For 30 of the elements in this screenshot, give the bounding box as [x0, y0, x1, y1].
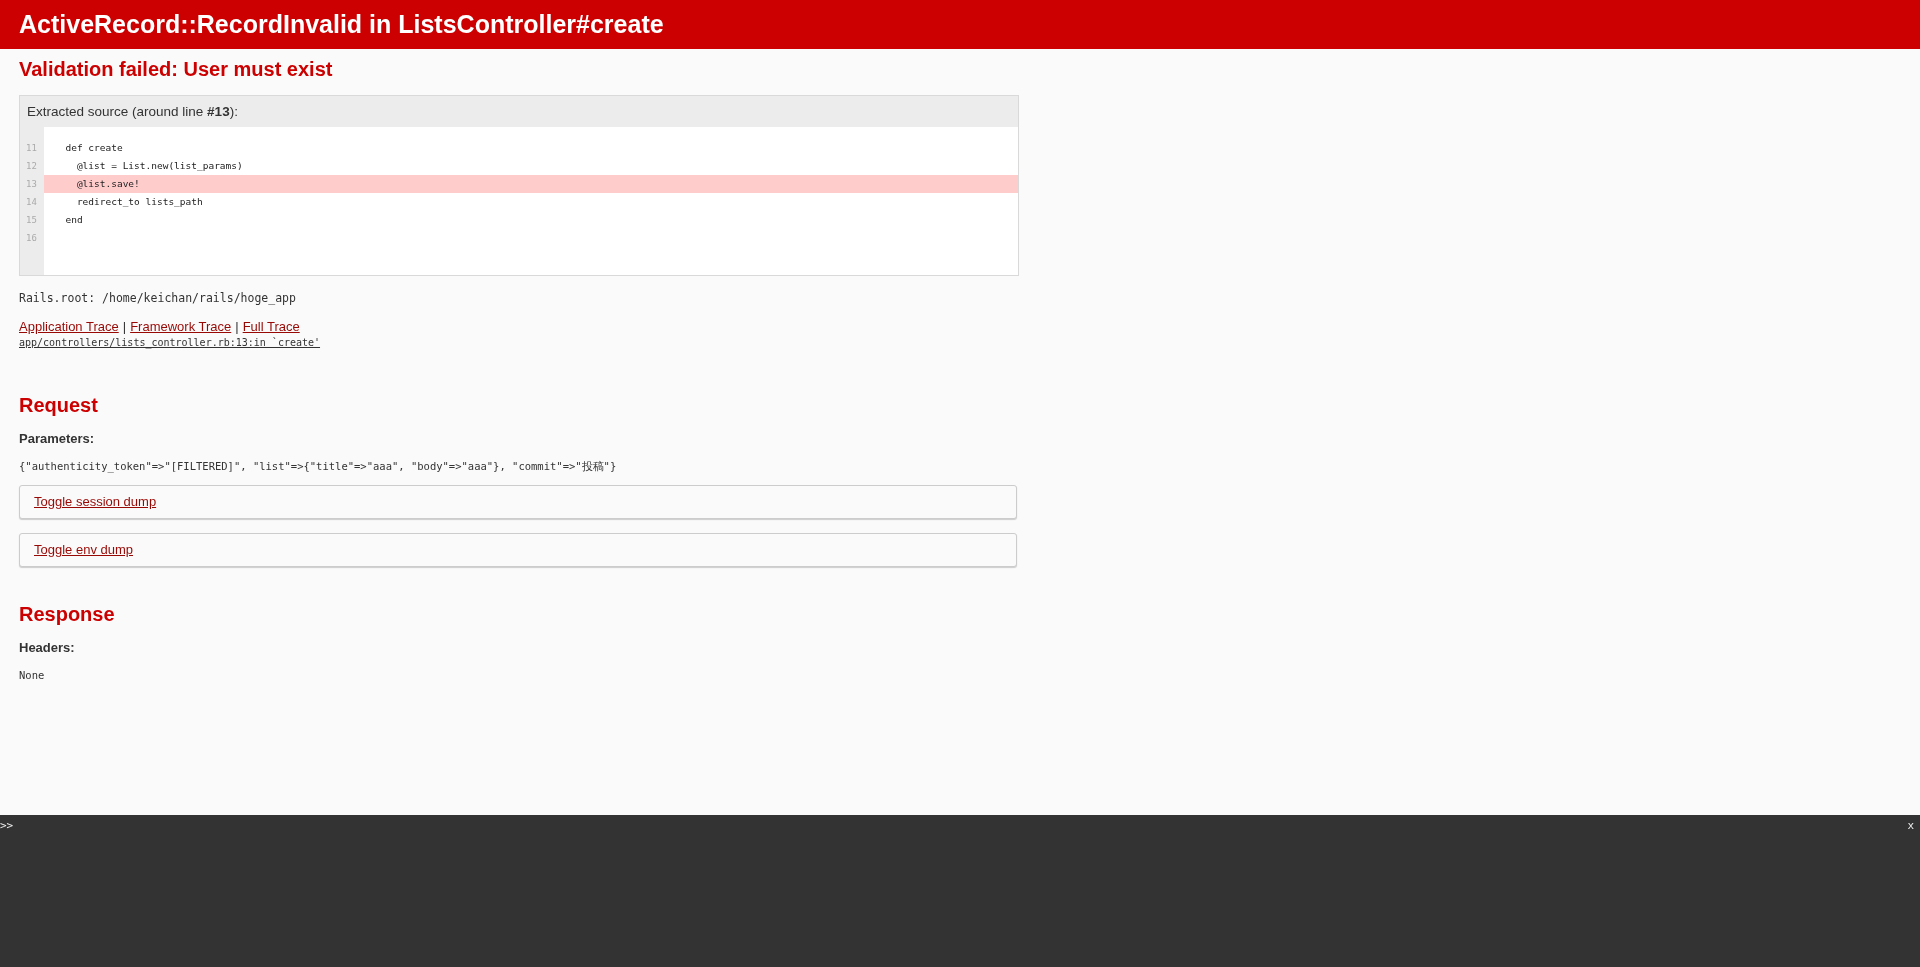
- line-number: 11: [25, 142, 38, 155]
- request-heading: Request: [19, 394, 99, 417]
- code-line: redirect_to lists_path: [75, 195, 204, 209]
- code-line: end: [64, 213, 84, 227]
- line-number: 12: [25, 160, 38, 173]
- parameters-label: Parameters:: [19, 431, 96, 446]
- trace-entry-link[interactable]: app/controllers/lists_controller.rb:13:in `create': [19, 337, 1901, 348]
- trace-link[interactable]: Application Trace: [19, 319, 119, 334]
- trace-link[interactable]: Framework Trace: [130, 319, 232, 334]
- separator: |: [122, 319, 127, 334]
- console-prompt: >>: [0, 819, 14, 832]
- parameters-text: {"authenticity_token"=>"[FILTERED]", "list"=>{"title"=>"aaa", "body"=>"aaa"}, "commit"=>"投稿"}: [19, 460, 618, 474]
- separator: |: [235, 319, 239, 334]
- line-number: 15: [25, 214, 38, 227]
- headers-label: Headers:: [19, 640, 76, 655]
- error-title: ActiveRecord::RecordInvalid in ListsController#create: [19, 10, 664, 39]
- line-number: 14: [25, 196, 38, 209]
- line-number: 13: [25, 178, 38, 191]
- code-line: def create: [64, 141, 124, 155]
- line-number: 16: [25, 232, 38, 245]
- error-message: Validation failed: User must exist: [19, 58, 334, 81]
- response-heading: Response: [19, 603, 116, 626]
- headers-text: None: [19, 669, 46, 681]
- code-line: @list = List.new(list_params): [75, 159, 244, 173]
- rails-root: Rails.root: /home/keichan/rails/hoge_app: [19, 291, 297, 305]
- toggle-link[interactable]: Toggle session dump: [34, 494, 157, 509]
- source-caption: Extracted source (around line #13):: [20, 96, 1018, 127]
- trace-link[interactable]: Full Trace: [242, 319, 300, 334]
- close-button[interactable]: x: [1907, 819, 1914, 832]
- toggle-link[interactable]: Toggle env dump: [34, 542, 133, 557]
